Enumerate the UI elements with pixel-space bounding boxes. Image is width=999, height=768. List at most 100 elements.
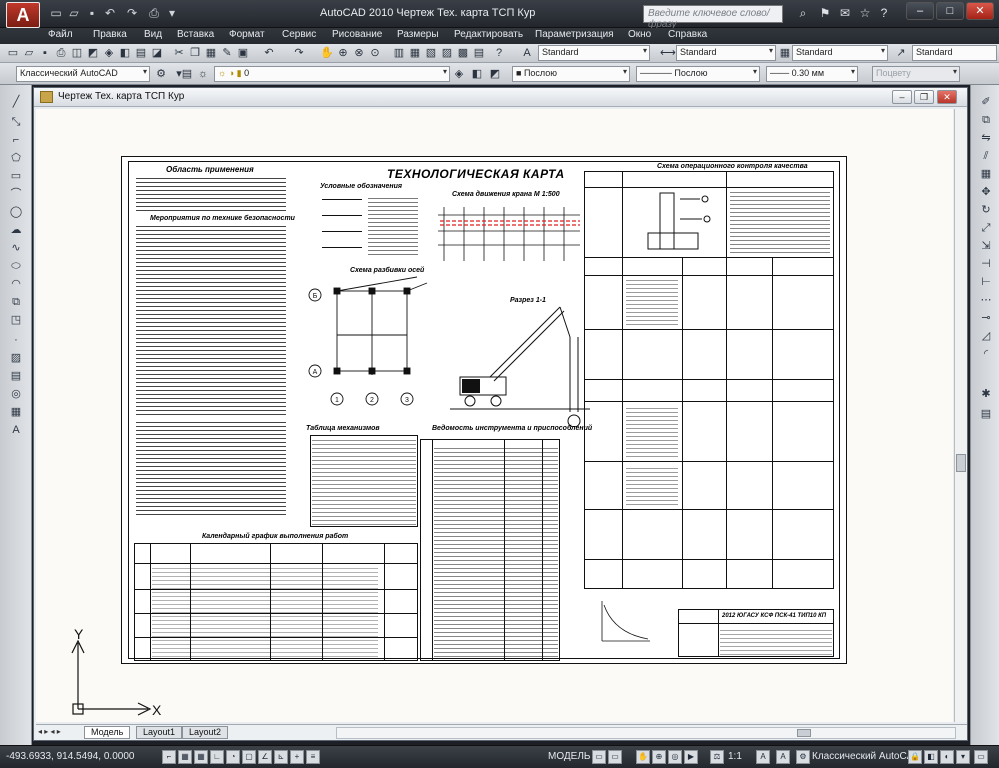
quick-view-layouts-icon[interactable]: ▭ bbox=[592, 750, 606, 764]
workspace-switch-icon[interactable]: ⚙ bbox=[796, 750, 810, 764]
osnap-tracking-icon[interactable]: ∠ bbox=[258, 750, 272, 764]
pan-icon[interactable]: ✋ bbox=[320, 46, 334, 60]
help-icon[interactable]: ? bbox=[492, 46, 506, 60]
properties-palette-icon[interactable]: ▤ bbox=[979, 407, 993, 421]
rectangle-icon[interactable]: ▭ bbox=[9, 169, 23, 183]
polyline-icon[interactable]: ⌐ bbox=[9, 133, 23, 147]
move-icon[interactable]: ✥ bbox=[979, 185, 993, 199]
coordinates-readout[interactable]: -493.6933, 914.5494, 0.0000 bbox=[6, 751, 134, 762]
maximize-button[interactable]: □ bbox=[936, 2, 964, 20]
tab-layout1[interactable]: Layout1 bbox=[136, 726, 183, 739]
help-icon[interactable]: ? bbox=[876, 6, 892, 21]
linetype-select[interactable]: ───── Послою ▾ bbox=[636, 66, 760, 82]
layer-previous-icon[interactable]: ◧ bbox=[470, 67, 484, 81]
subscription-icon[interactable]: ⚑ bbox=[817, 6, 833, 21]
polygon-icon[interactable]: ⬠ bbox=[9, 151, 23, 165]
markup-manager-icon[interactable]: ▩ bbox=[456, 46, 470, 60]
table-style-select[interactable]: Standard ▾ bbox=[792, 45, 888, 61]
print-icon[interactable]: ⎙ bbox=[146, 6, 162, 21]
stretch-icon[interactable]: ⇲ bbox=[979, 239, 993, 253]
save-icon[interactable]: ▪ bbox=[84, 6, 100, 21]
drawing-restore-button[interactable]: ❐ bbox=[914, 90, 934, 104]
trim-icon[interactable]: ⊣ bbox=[979, 257, 993, 271]
markup-icon[interactable]: ◪ bbox=[150, 46, 164, 60]
table-icon[interactable]: ▦ bbox=[9, 405, 23, 419]
drawing-close-button[interactable]: ✕ bbox=[937, 90, 957, 104]
text-style-select[interactable]: Standard ▾ bbox=[538, 45, 650, 61]
undo-icon[interactable]: ↶ bbox=[102, 6, 118, 21]
etransmit-icon[interactable]: ◧ bbox=[118, 46, 132, 60]
menu-view[interactable]: Вид bbox=[144, 29, 162, 40]
binoculars-icon[interactable]: ⌕ bbox=[795, 6, 811, 21]
open-icon[interactable]: ▱ bbox=[66, 6, 82, 21]
save-icon[interactable]: ▪ bbox=[38, 46, 52, 60]
lineweight-select[interactable]: ─── 0.30 мм ▾ bbox=[766, 66, 858, 82]
menu-insert[interactable]: Вставка bbox=[177, 29, 214, 40]
block-editor-icon[interactable]: ▣ bbox=[236, 46, 250, 60]
cut-icon[interactable]: ✂ bbox=[172, 46, 186, 60]
break-icon[interactable]: ⋯ bbox=[979, 293, 993, 307]
lock-icon[interactable]: 🔒 bbox=[908, 750, 922, 764]
workspace-settings-icon[interactable]: ⚙ bbox=[154, 67, 168, 81]
sheetset-icon[interactable]: ▤ bbox=[134, 46, 148, 60]
redo-icon[interactable]: ↷ bbox=[124, 6, 140, 21]
infer-constraints-icon[interactable]: ⌐ bbox=[162, 750, 176, 764]
close-button[interactable]: ✕ bbox=[966, 2, 994, 20]
lineweight-toggle-icon[interactable]: ≡ bbox=[306, 750, 320, 764]
scale-icon[interactable]: ⤢ bbox=[979, 221, 993, 235]
steeringwheel-icon[interactable]: ◎ bbox=[668, 750, 682, 764]
grid-display-icon[interactable]: ▦ bbox=[194, 750, 208, 764]
dynamic-input-icon[interactable]: + bbox=[290, 750, 304, 764]
hardware-acceleration-icon[interactable]: ◧ bbox=[924, 750, 938, 764]
rotate-icon[interactable]: ↻ bbox=[979, 203, 993, 217]
object-snap-icon[interactable]: ▢ bbox=[242, 750, 256, 764]
3d-dwf-icon[interactable]: ◈ bbox=[102, 46, 116, 60]
plot-icon[interactable]: ⎙ bbox=[54, 46, 68, 60]
drawing-minimize-button[interactable]: – bbox=[892, 90, 912, 104]
layer-manager-icon[interactable]: ▤ bbox=[180, 67, 194, 81]
vertical-scrollbar[interactable] bbox=[954, 109, 967, 722]
isolate-objects-icon[interactable]: ◐ bbox=[940, 750, 954, 764]
model-space-toggle[interactable]: МОДЕЛЬ bbox=[548, 751, 590, 762]
menu-format[interactable]: Формат bbox=[229, 29, 265, 40]
fillet-icon[interactable]: ◜ bbox=[979, 347, 993, 361]
tool-palettes-icon[interactable]: ▧ bbox=[424, 46, 438, 60]
insert-block-icon[interactable]: ⧉ bbox=[9, 295, 23, 309]
new-icon[interactable]: ▭ bbox=[48, 6, 64, 21]
annotation-scale-icon[interactable]: ⚖ bbox=[710, 750, 724, 764]
autocad-logo-button[interactable]: A bbox=[6, 2, 40, 28]
showmotion-icon[interactable]: ▶ bbox=[684, 750, 698, 764]
construction-line-icon[interactable]: ⤡ bbox=[9, 115, 23, 129]
ellipse-arc-icon[interactable]: ◠ bbox=[9, 277, 23, 291]
horizontal-scroll-thumb[interactable] bbox=[797, 729, 811, 737]
dim-style-select[interactable]: Standard ▾ bbox=[676, 45, 776, 61]
minimize-button[interactable]: – bbox=[906, 2, 934, 20]
properties-icon[interactable]: ▥ bbox=[392, 46, 406, 60]
menu-file[interactable]: Файл bbox=[48, 29, 73, 40]
mtext-icon[interactable]: A bbox=[9, 423, 23, 437]
chamfer-icon[interactable]: ◿ bbox=[979, 329, 993, 343]
clean-screen-icon[interactable]: ▭ bbox=[974, 750, 988, 764]
menu-window[interactable]: Окно bbox=[628, 29, 651, 40]
layer-select[interactable]: ☼ ◑ ▮ 0 ▾ bbox=[214, 66, 450, 82]
region-icon[interactable]: ◎ bbox=[9, 387, 23, 401]
make-block-icon[interactable]: ◳ bbox=[9, 313, 23, 327]
redo-icon[interactable]: ↷ bbox=[292, 46, 306, 60]
hatch-icon[interactable]: ▨ bbox=[9, 351, 23, 365]
quick-access-menu-icon[interactable]: ▾ bbox=[164, 6, 180, 21]
gradient-icon[interactable]: ▤ bbox=[9, 369, 23, 383]
workspace-select[interactable]: Классический AutoCAD ▾ bbox=[16, 66, 150, 82]
menu-parametric[interactable]: Параметризация bbox=[535, 29, 614, 40]
menu-draw[interactable]: Рисование bbox=[332, 29, 382, 40]
point-icon[interactable]: · bbox=[9, 333, 23, 347]
pan-status-icon[interactable]: ✋ bbox=[636, 750, 650, 764]
mirror-icon[interactable]: ⇋ bbox=[979, 131, 993, 145]
copy-object-icon[interactable]: ⧉ bbox=[979, 113, 993, 127]
quick-view-drawings-icon[interactable]: ▭ bbox=[608, 750, 622, 764]
revcloud-icon[interactable]: ☁ bbox=[9, 223, 23, 237]
favorites-icon[interactable]: ☆ bbox=[857, 6, 873, 21]
snap-mode-icon[interactable]: ▦ bbox=[178, 750, 192, 764]
explode-icon[interactable]: ✱ bbox=[979, 387, 993, 401]
circle-icon[interactable]: ◯ bbox=[9, 205, 23, 219]
qnew-icon[interactable]: ▭ bbox=[6, 46, 20, 60]
